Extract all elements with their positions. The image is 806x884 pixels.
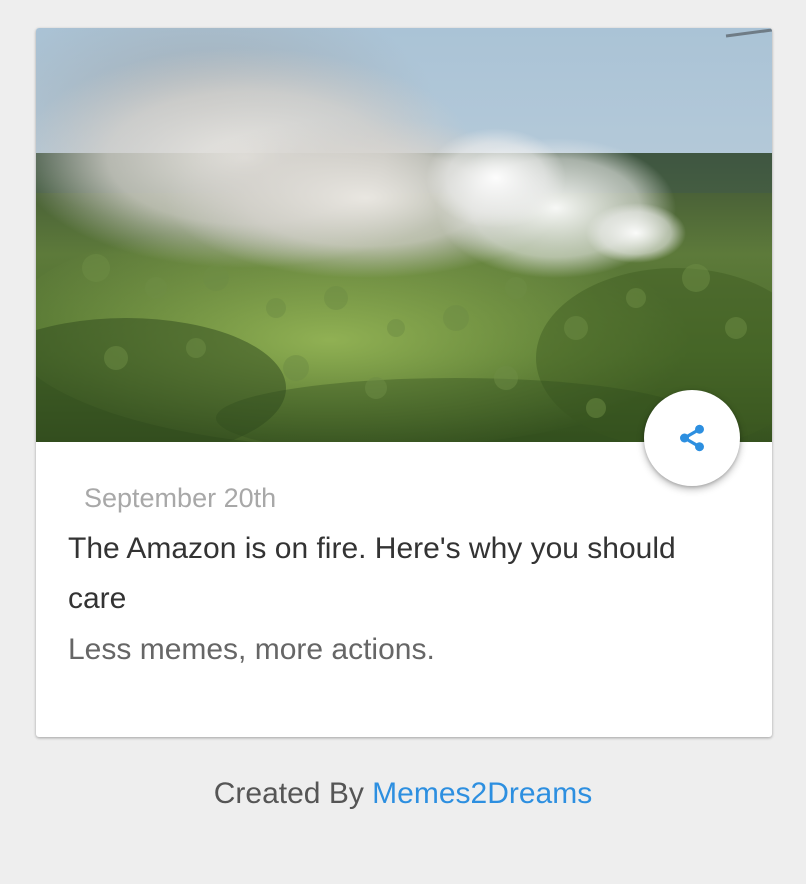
- card-subtitle: Less memes, more actions.: [68, 633, 435, 666]
- footer-prefix: Created By: [213, 777, 373, 810]
- card-title[interactable]: The Amazon is on fire. Here's why you sh…: [68, 524, 740, 624]
- share-button[interactable]: [644, 390, 740, 486]
- share-icon: [680, 424, 704, 452]
- card-date: September 20th: [84, 483, 277, 513]
- footer-credit: Created By Memes2Dreams: [0, 772, 806, 816]
- creator-link[interactable]: Memes2Dreams: [372, 777, 592, 810]
- article-card[interactable]: September 20th The Amazon is on fire. He…: [36, 28, 772, 737]
- card-image[interactable]: [36, 28, 772, 442]
